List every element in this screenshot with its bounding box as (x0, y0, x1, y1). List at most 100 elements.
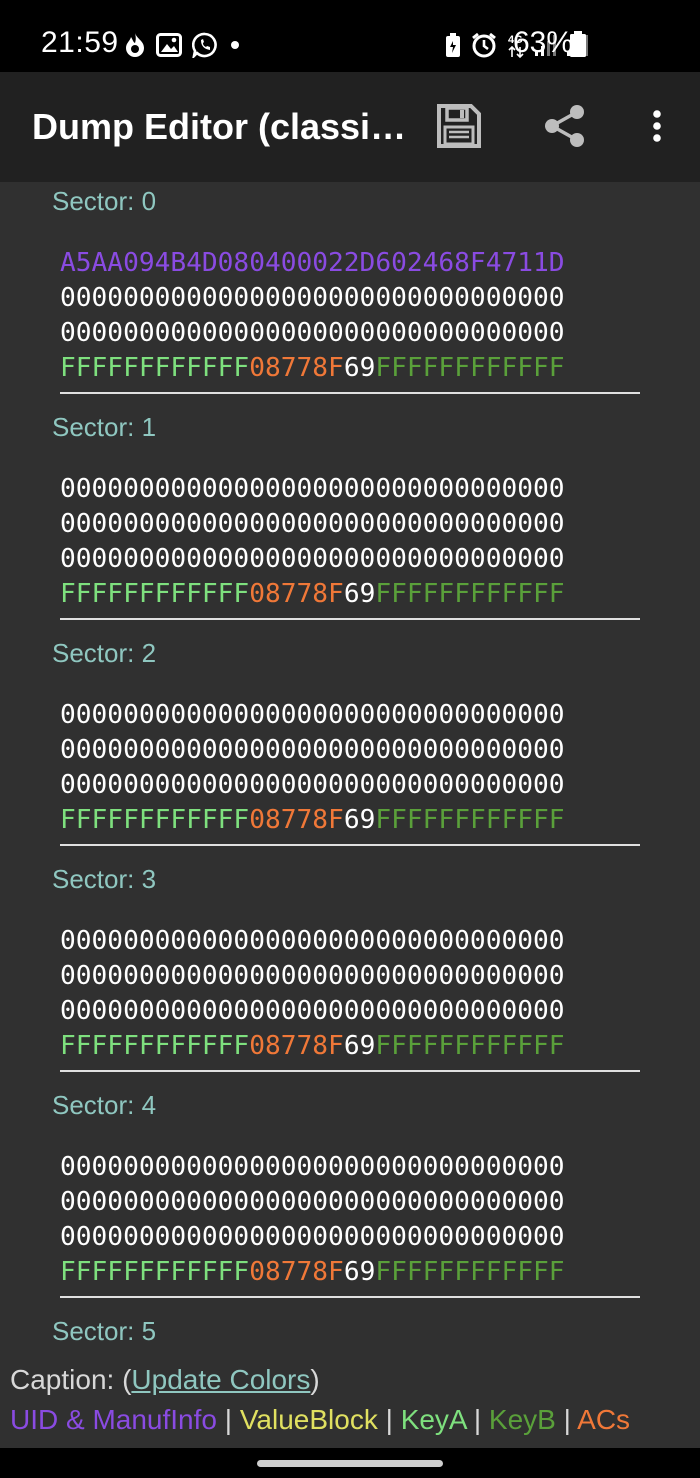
data-bytes: 00000000000000000000000000000000 (60, 1187, 565, 1217)
block-line[interactable]: FFFFFFFFFFFF08778F69FFFFFFFFFFFF (60, 351, 565, 386)
gpb-byte: 69 (343, 1257, 376, 1287)
data-bytes: 00000000000000000000000000000000 (60, 544, 565, 574)
block-line[interactable]: 00000000000000000000000000000000 (60, 281, 565, 316)
caption: Caption: (Update Colors) (10, 1364, 320, 1396)
legend-acs: ACs (577, 1404, 631, 1435)
data-bytes: 00000000000000000000000000000000 (60, 996, 565, 1026)
more-options-button[interactable] (629, 98, 685, 154)
legend-separator: | (466, 1404, 489, 1435)
data-bytes: 00000000000000000000000000000000 (60, 318, 565, 348)
data-bytes: 00000000000000000000000000000000 (60, 700, 565, 730)
sector-label: Sector: 3 (52, 864, 157, 894)
sector-divider (60, 1070, 640, 1072)
access-bits-bytes: 08778F (249, 805, 344, 835)
gallery-icon (156, 33, 182, 57)
access-bits-bytes: 08778F (249, 579, 344, 609)
block-line[interactable]: 00000000000000000000000000000000 (60, 472, 565, 507)
share-icon (545, 105, 584, 147)
color-legend: UID & ManufInfo | ValueBlock | KeyA | Ke… (10, 1404, 630, 1436)
block-line[interactable]: 00000000000000000000000000000000 (60, 994, 565, 1029)
block-line[interactable]: 00000000000000000000000000000000 (60, 507, 565, 542)
sector-label: Sector: 5 (52, 1316, 157, 1346)
data-bytes: 00000000000000000000000000000000 (60, 735, 565, 765)
gpb-byte: 69 (343, 353, 376, 383)
block-line[interactable]: 00000000000000000000000000000000 (60, 768, 565, 803)
legend-separator: | (216, 1404, 240, 1435)
data-bytes: 00000000000000000000000000000000 (60, 283, 565, 313)
data-bytes: 00000000000000000000000000000000 (60, 926, 565, 956)
key-b-bytes: FFFFFFFFFFFF (375, 579, 565, 609)
block-line[interactable]: FFFFFFFFFFFF08778F69FFFFFFFFFFFF (60, 803, 565, 838)
whatsapp-icon (192, 32, 217, 58)
block-line[interactable]: A5AA094B4D080400022D602468F4711D (60, 246, 565, 281)
sector-0: Sector: 0 A5AA094B4D080400022D602468F4711… (0, 186, 700, 412)
battery-percent: 63% (513, 26, 574, 59)
legend-uid: UID & ManufInfo (10, 1404, 217, 1435)
share-button[interactable] (537, 98, 593, 154)
block-line[interactable]: FFFFFFFFFFFF08778F69FFFFFFFFFFFF (60, 1255, 565, 1290)
update-colors-link[interactable]: Update Colors (131, 1364, 310, 1395)
sector-divider (60, 844, 640, 846)
key-b-bytes: FFFFFFFFFFFF (375, 1031, 565, 1061)
block-line[interactable]: 00000000000000000000000000000000 (60, 1220, 565, 1255)
block-line[interactable]: 00000000000000000000000000000000 (60, 1185, 565, 1220)
block-line[interactable]: FFFFFFFFFFFF08778F69FFFFFFFFFFFF (60, 1029, 565, 1064)
block-line[interactable]: FFFFFFFFFFFF08778F69FFFFFFFFFFFF (60, 577, 565, 612)
dump-content[interactable]: Sector: 0 A5AA094B4D080400022D602468F4711… (0, 182, 700, 1352)
more-vert-icon (653, 110, 661, 142)
access-bits-bytes: 08778F (249, 1257, 344, 1287)
battery-icon (570, 31, 586, 57)
navigation-bar (0, 1448, 700, 1478)
gpb-byte: 69 (343, 579, 376, 609)
block-line[interactable]: 00000000000000000000000000000000 (60, 924, 565, 959)
data-bytes: 00000000000000000000000000000000 (60, 961, 565, 991)
block-line[interactable]: 00000000000000000000000000000000 (60, 959, 565, 994)
sector-label: Sector: 4 (52, 1090, 157, 1120)
save-icon (437, 104, 481, 148)
sector-3: Sector: 3 0000000000000000000000000000000… (0, 864, 700, 1090)
sector-divider (60, 618, 640, 620)
dot-icon (231, 41, 239, 49)
key-b-bytes: FFFFFFFFFFFF (375, 805, 565, 835)
key-a-bytes: FFFFFFFFFFFF (60, 579, 250, 609)
gpb-byte: 69 (343, 805, 376, 835)
access-bits-bytes: 08778F (249, 1031, 344, 1061)
caption-suffix: ) (310, 1364, 320, 1395)
legend-separator: | (555, 1404, 578, 1435)
sector-label: Sector: 2 (52, 638, 157, 668)
sector-5: Sector: 5 (0, 1316, 700, 1352)
data-bytes: 00000000000000000000000000000000 (60, 1152, 565, 1182)
key-a-bytes: FFFFFFFFFFFF (60, 1257, 250, 1287)
sector-2: Sector: 2 0000000000000000000000000000000… (0, 638, 700, 864)
alarm-icon (472, 32, 496, 58)
block-line[interactable]: 00000000000000000000000000000000 (60, 1150, 565, 1185)
save-button[interactable] (431, 98, 487, 154)
key-a-bytes: FFFFFFFFFFFF (60, 353, 250, 383)
sector-label: Sector: 0 (52, 186, 157, 216)
uid-bytes: A5AA094B4D080400022D602468F4711D (60, 248, 565, 278)
sector-divider (60, 392, 640, 394)
fire-icon (126, 33, 144, 57)
app-bar: Dump Editor (classi… (0, 72, 700, 182)
block-line[interactable]: 00000000000000000000000000000000 (60, 316, 565, 351)
gpb-byte: 69 (343, 1031, 376, 1061)
block-line[interactable]: 00000000000000000000000000000000 (60, 542, 565, 577)
key-b-bytes: FFFFFFFFFFFF (375, 1257, 565, 1287)
status-bar: 21:59 4G 63% (0, 0, 700, 72)
sector-1: Sector: 1 0000000000000000000000000000000… (0, 412, 700, 638)
sector-label: Sector: 1 (52, 412, 157, 442)
sector-4: Sector: 4 0000000000000000000000000000000… (0, 1090, 700, 1316)
notification-icons (124, 30, 242, 60)
key-a-bytes: FFFFFFFFFFFF (60, 1031, 250, 1061)
status-time: 21:59 (41, 26, 119, 59)
block-line[interactable]: 00000000000000000000000000000000 (60, 733, 565, 768)
key-a-bytes: FFFFFFFFFFFF (60, 805, 250, 835)
data-bytes: 00000000000000000000000000000000 (60, 474, 565, 504)
block-line[interactable]: 00000000000000000000000000000000 (60, 698, 565, 733)
legend-value-block: ValueBlock (239, 1404, 378, 1435)
home-gesture-handle[interactable] (257, 1460, 443, 1467)
access-bits-bytes: 08778F (249, 353, 344, 383)
legend-key-b: KeyB (488, 1404, 556, 1435)
data-bytes: 00000000000000000000000000000000 (60, 1222, 565, 1252)
battery-saver-icon (446, 33, 460, 57)
